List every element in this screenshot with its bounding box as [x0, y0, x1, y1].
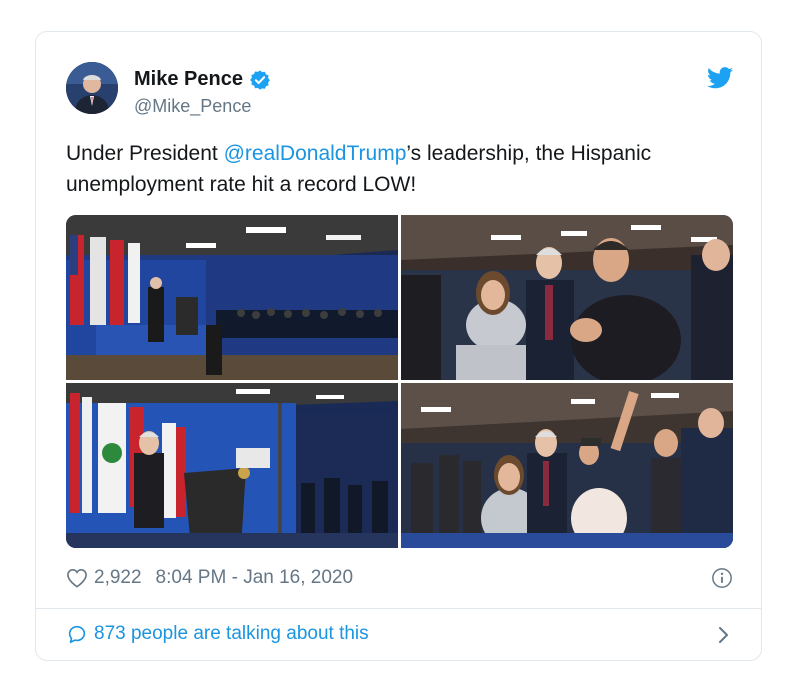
avatar[interactable] — [66, 62, 118, 114]
verified-badge-icon — [250, 69, 270, 90]
photo-grid — [66, 215, 733, 548]
info-icon[interactable] — [711, 567, 733, 589]
divider — [36, 608, 761, 609]
photo-1[interactable] — [66, 215, 398, 380]
author-handle[interactable]: @Mike_Pence — [134, 96, 251, 117]
comment-bubble-icon — [68, 625, 86, 644]
twitter-bird-icon[interactable] — [707, 67, 733, 89]
author-name[interactable]: Mike Pence — [134, 68, 243, 91]
tweet-card[interactable]: Mike Pence @Mike_Pence Under President @… — [35, 31, 762, 661]
like-count[interactable]: 2,922 — [94, 567, 142, 589]
photo-2[interactable] — [401, 215, 733, 380]
chevron-right-icon[interactable] — [717, 624, 731, 646]
photo-3[interactable] — [66, 383, 398, 548]
tweet-timestamp[interactable]: 8:04 PM - Jan 16, 2020 — [156, 567, 354, 589]
heart-icon[interactable] — [66, 568, 88, 588]
tweet-text-start: Under President — [66, 142, 224, 165]
conversation-link[interactable]: 873 people are talking about this — [66, 623, 369, 645]
tweet-text: Under President @realDonaldTrump’s leade… — [66, 138, 736, 200]
conversation-label: 873 people are talking about this — [94, 623, 369, 644]
photo-4[interactable] — [401, 383, 733, 548]
mention-link[interactable]: @realDonaldTrump — [224, 142, 407, 165]
